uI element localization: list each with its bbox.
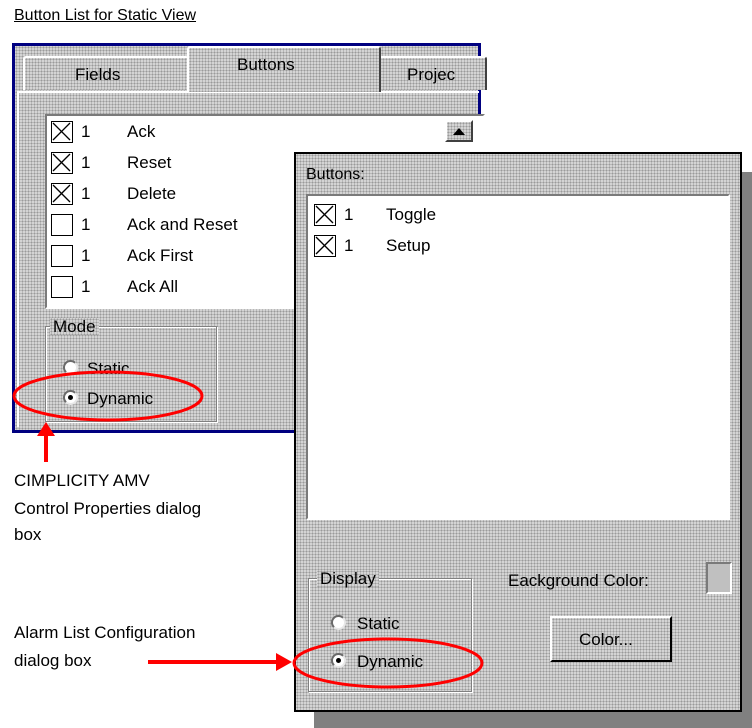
count: 1 (81, 215, 91, 234)
background-color-swatch (706, 562, 732, 594)
checkbox-x-icon[interactable] (51, 152, 73, 174)
label: Reset (127, 153, 172, 172)
label: Setup (386, 236, 431, 255)
color-button[interactable]: Color... (550, 616, 672, 662)
tab-buttons[interactable]: Buttons (187, 46, 381, 92)
background-color-label: Eackground Color: (508, 571, 649, 590)
tab-project[interactable]: Projec (377, 56, 487, 90)
callout-alarm-line-2: dialog box (14, 651, 92, 670)
red-arrow-icon (148, 653, 292, 671)
checkbox-x-icon[interactable] (51, 121, 73, 143)
buttons-label: Buttons: (306, 166, 365, 183)
scroll-up-arrow-icon (453, 128, 465, 135)
highlight-ellipse-amv (12, 370, 204, 422)
display-group-label: Display (317, 570, 379, 587)
count: 1 (81, 184, 91, 203)
highlight-ellipse-alarm (292, 637, 484, 689)
color-button-label: Color... (579, 630, 633, 649)
checkbox-empty[interactable] (51, 276, 73, 298)
count: 1 (344, 236, 354, 255)
mode-group-label: Mode (50, 318, 99, 335)
radio-static[interactable]: Static (331, 613, 451, 633)
radio-static-label: Static (357, 614, 400, 633)
count: 1 (81, 246, 91, 265)
alarm-list-configuration-dialog: Buttons: 1 Toggle 1 Setup Display Static… (294, 152, 742, 712)
count: 1 (81, 153, 91, 172)
checkbox-x-icon[interactable] (314, 204, 336, 226)
tab-fields[interactable]: Fields (23, 56, 189, 90)
tab-fields-label: Fields (75, 65, 121, 84)
callout-amv-line-3: box (14, 525, 42, 544)
callout-alarm-line-1: Alarm List Configuration (14, 623, 196, 642)
label: Delete (127, 184, 177, 203)
label: Ack and Reset (127, 215, 238, 234)
list-item[interactable]: 1 Ack (51, 119, 351, 149)
label: Ack (127, 122, 156, 141)
checkbox-empty[interactable] (51, 214, 73, 236)
alarm-button-list[interactable]: 1 Toggle 1 Setup (306, 194, 730, 520)
red-arrow-icon (37, 422, 55, 462)
list-item[interactable]: 1 Toggle (314, 202, 614, 232)
scroll-up-button[interactable] (445, 120, 473, 142)
label: Toggle (386, 205, 437, 224)
figure-caption: Button List for Static View (14, 7, 197, 24)
label: Ack All (127, 277, 179, 296)
tab-buttons-label: Buttons (237, 55, 295, 74)
callout-amv-line-2: Control Properties dialog (14, 499, 202, 518)
tab-project-label: Projec (407, 65, 456, 84)
callout-amv-line-1: CIMPLICITY AMV (14, 471, 150, 490)
checkbox-x-icon[interactable] (314, 235, 336, 257)
radio-circle-icon[interactable] (331, 615, 346, 630)
count: 1 (344, 205, 354, 224)
label: Ack First (127, 246, 194, 265)
checkbox-x-icon[interactable] (51, 183, 73, 205)
count: 1 (81, 277, 91, 296)
checkbox-empty[interactable] (51, 245, 73, 267)
list-item[interactable]: 1 Setup (314, 233, 614, 263)
count: 1 (81, 122, 91, 141)
